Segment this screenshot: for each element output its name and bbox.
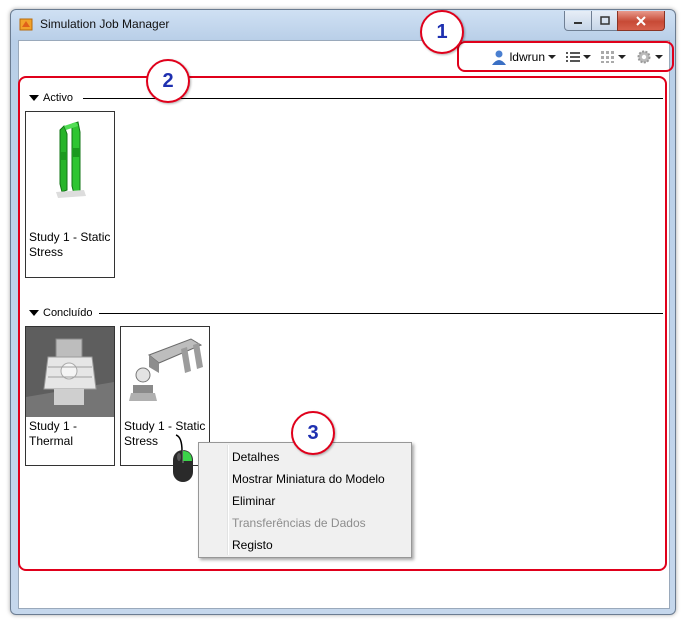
close-icon <box>636 15 646 26</box>
minimize-button[interactable] <box>564 11 592 31</box>
callout-badge-1: 1 <box>420 10 464 54</box>
window-title: Simulation Job Manager <box>40 17 170 31</box>
minimize-icon <box>574 21 582 24</box>
title-bar[interactable]: Simulation Job Manager <box>11 10 675 40</box>
restore-icon <box>599 15 610 25</box>
annotation-box-toolbar <box>457 41 674 72</box>
callout-badge-3: 3 <box>291 411 335 455</box>
maximize-button[interactable] <box>591 11 618 31</box>
app-icon <box>19 18 33 31</box>
close-button[interactable] <box>617 11 665 31</box>
callout-badge-2: 2 <box>146 59 190 103</box>
annotation-box-jobs-area <box>18 76 667 571</box>
